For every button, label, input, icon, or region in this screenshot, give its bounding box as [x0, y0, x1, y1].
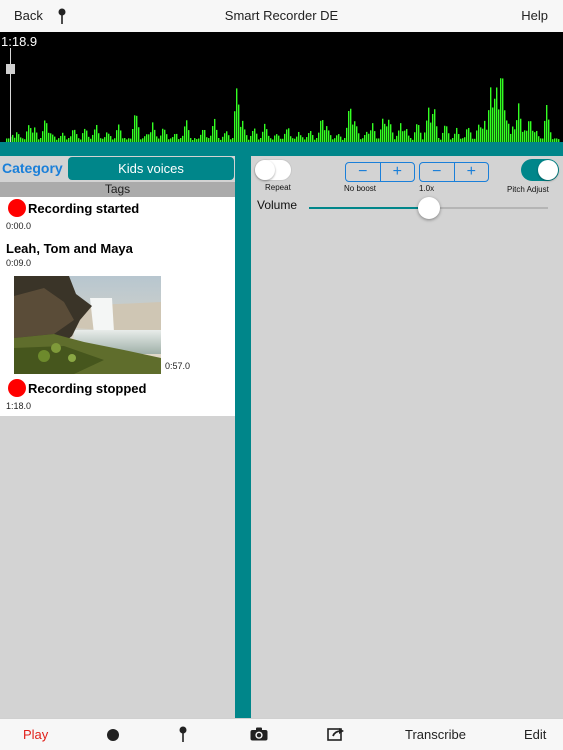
record-icon[interactable]: [107, 729, 119, 741]
playback-time: 1:18.9: [1, 34, 38, 49]
toggle-knob: [255, 160, 275, 180]
top-nav-bar: Back Smart Recorder DE Help: [0, 0, 563, 32]
tag-time: 0:09.0: [6, 258, 32, 268]
tag-title: Leah, Tom and Maya: [6, 241, 133, 256]
speed-stepper[interactable]: − +: [419, 162, 489, 182]
repeat-label: Repeat: [265, 183, 291, 192]
speed-label: 1.0x: [419, 184, 435, 193]
toggle-knob: [538, 160, 558, 180]
app-title: Smart Recorder DE: [224, 8, 339, 23]
waveform-divider: [0, 142, 563, 156]
transcribe-button[interactable]: Transcribe: [405, 727, 466, 742]
volume-slider-fill: [309, 207, 429, 209]
tag-title: Recording stopped: [28, 381, 147, 396]
red-dot-icon: [8, 379, 26, 397]
tag-photo-thumbnail[interactable]: [14, 276, 161, 374]
volume-label: Volume: [257, 198, 298, 212]
boost-decrease-button[interactable]: −: [346, 163, 380, 181]
pitch-adjust-label: Pitch Adjust: [507, 185, 549, 194]
playhead-line: [10, 48, 11, 142]
bottom-toolbar: Play Transcribe Edit: [0, 718, 563, 750]
share-icon[interactable]: [327, 727, 345, 746]
tag-item-photo[interactable]: 0:57.0: [0, 273, 235, 377]
play-button[interactable]: Play: [23, 727, 48, 742]
tag-time: 1:18.0: [6, 401, 32, 411]
help-button[interactable]: Help: [521, 8, 548, 23]
camera-icon[interactable]: [250, 727, 268, 746]
category-button[interactable]: Category: [2, 160, 63, 176]
speed-increase-button[interactable]: +: [453, 163, 489, 181]
waveform-graphic: [6, 48, 560, 142]
boost-stepper[interactable]: − +: [345, 162, 415, 182]
red-dot-icon: [8, 199, 26, 217]
pin-icon[interactable]: [178, 726, 188, 747]
volume-slider-thumb[interactable]: [417, 197, 440, 219]
boost-increase-button[interactable]: +: [379, 163, 415, 181]
category-row: Category Kids voices: [0, 156, 235, 182]
repeat-toggle[interactable]: [254, 159, 292, 181]
tag-title: Recording started: [28, 201, 140, 216]
boost-label: No boost: [344, 184, 377, 193]
category-selector[interactable]: Kids voices: [68, 157, 234, 180]
pitch-adjust-toggle[interactable]: [521, 159, 559, 181]
tag-item-recording-stopped[interactable]: Recording stopped 1:18.0: [0, 377, 235, 416]
speed-decrease-button[interactable]: −: [420, 163, 454, 181]
tag-time: 0:00.0: [6, 221, 32, 231]
tag-time: 0:57.0: [165, 361, 191, 371]
waveform-view[interactable]: 1:18.9: [0, 32, 563, 142]
playhead-handle[interactable]: [6, 64, 15, 74]
tag-item-note[interactable]: Leah, Tom and Maya 0:09.0: [0, 237, 235, 273]
tags-panel: Category Kids voices Tags Recording star…: [0, 156, 235, 718]
playback-controls-panel: Repeat − + No boost − + 1.0x Pitch Adjus…: [251, 156, 563, 718]
tags-header: Tags: [0, 182, 235, 197]
volume-slider[interactable]: [309, 197, 548, 219]
pane-divider: [235, 156, 251, 718]
tag-list: Recording started 0:00.0 Leah, Tom and M…: [0, 197, 235, 416]
tag-item-recording-started[interactable]: Recording started 0:00.0: [0, 197, 235, 237]
edit-button[interactable]: Edit: [524, 727, 546, 742]
